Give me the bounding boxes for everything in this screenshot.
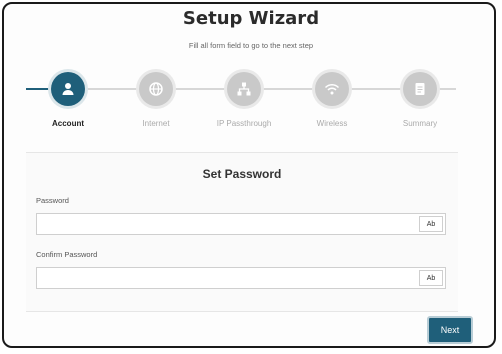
wifi-icon (315, 72, 349, 106)
step-label-wireless: Wireless (316, 119, 348, 128)
confirm-password-input[interactable] (37, 268, 417, 288)
step-account[interactable]: Account (23, 72, 113, 128)
password-input[interactable] (37, 214, 417, 234)
page-subtitle: Fill all form field to go to the next st… (188, 41, 314, 50)
step-ip-passthrough[interactable]: IP Passthrough (199, 72, 289, 128)
step-label-ip-passthrough: IP Passthrough (216, 119, 272, 128)
document-icon (403, 72, 437, 106)
show-confirm-password-toggle[interactable]: Ab (419, 270, 443, 286)
step-internet[interactable]: Internet (111, 72, 201, 128)
user-icon (51, 72, 85, 106)
step-label-account: Account (52, 119, 84, 128)
wizard-stepper: Account Internet IP Passthrough Wireless… (26, 72, 466, 132)
step-label-summary: Summary (402, 119, 438, 128)
show-password-toggle[interactable]: Ab (419, 216, 443, 232)
step-label-internet: Internet (142, 119, 170, 128)
network-icon (227, 72, 261, 106)
form-title: Set Password (202, 167, 282, 181)
confirm-password-label: Confirm Password (36, 250, 98, 259)
confirm-password-field-wrapper: Ab (36, 267, 446, 289)
globe-icon (139, 72, 173, 106)
password-label: Password (36, 196, 69, 205)
page-title: Setup Wizard (182, 8, 320, 29)
password-field-wrapper: Ab (36, 213, 446, 235)
step-summary[interactable]: Summary (375, 72, 465, 128)
next-button[interactable]: Next (427, 316, 473, 344)
password-form-card: Set Password Password Ab Confirm Passwor… (26, 152, 458, 312)
step-wireless[interactable]: Wireless (287, 72, 377, 128)
